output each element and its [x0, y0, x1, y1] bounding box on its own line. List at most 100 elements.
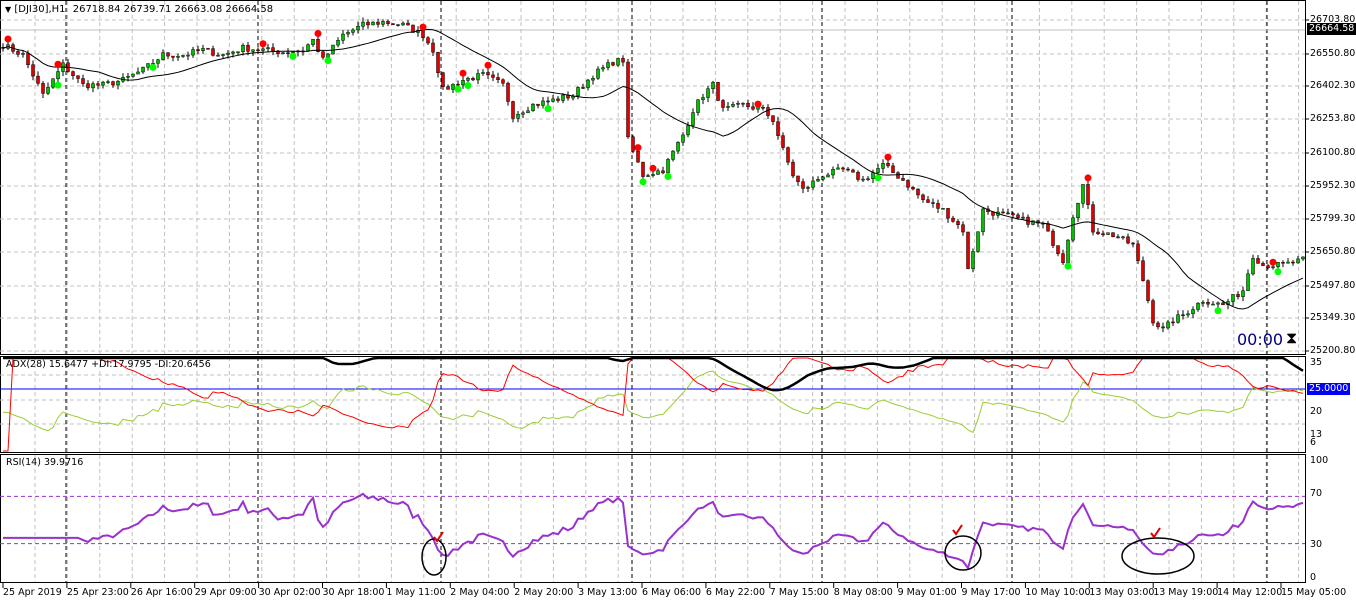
candle-body — [981, 208, 985, 233]
candle-body — [871, 172, 875, 179]
candle-body — [91, 83, 95, 89]
candle-body — [1201, 301, 1205, 304]
fractal-up-marker — [754, 100, 762, 108]
candle-body — [46, 86, 50, 94]
candle-body — [126, 76, 130, 78]
candle-body — [406, 22, 410, 26]
candle-body — [476, 73, 480, 81]
candle-body — [631, 136, 635, 152]
candle-body — [826, 174, 830, 178]
time-tick-label: 3 May 13:00 — [578, 587, 638, 598]
time-tick-label: 2 May 20:00 — [514, 587, 574, 598]
time-tick-label: 13 May 19:00 — [1153, 587, 1219, 598]
candle-body — [556, 98, 560, 101]
candle-body — [1046, 223, 1050, 232]
candle-body — [291, 51, 295, 54]
candle-body — [146, 63, 150, 68]
candle-body — [601, 67, 605, 70]
fractal-down-marker — [639, 178, 647, 186]
annotation-ellipse — [944, 535, 982, 571]
candle-body — [1276, 262, 1280, 268]
time-tick-label: 25 Apr 2019 — [3, 587, 62, 598]
candle-body — [661, 170, 665, 174]
candle-body — [526, 110, 530, 114]
candle-body — [1016, 214, 1020, 218]
candle-body — [496, 77, 500, 80]
time-tick-label: 30 Apr 02:00 — [258, 587, 321, 598]
fractal-up-marker — [314, 30, 322, 38]
time-tick-label: 10 May 10:00 — [1025, 587, 1091, 598]
triangle-down-icon[interactable]: ▼ — [5, 5, 11, 14]
fractal-down-marker — [1064, 262, 1072, 270]
fractal-up-marker — [54, 60, 62, 68]
candle-body — [191, 49, 195, 56]
candle-body — [491, 74, 495, 78]
time-tick-label: 26 Apr 16:00 — [130, 587, 193, 598]
candle-body — [906, 180, 910, 188]
adx-tick-label: 35 — [1310, 357, 1323, 368]
candle-body — [131, 73, 135, 77]
candle-body — [706, 88, 710, 98]
candle-body — [431, 42, 435, 53]
fractal-up-marker — [484, 61, 492, 69]
candle-body — [281, 52, 285, 55]
fractal-up-marker — [259, 40, 267, 48]
fractal-down-marker — [149, 63, 157, 71]
fractal-down-marker — [544, 105, 552, 113]
adx-tick-label: 6 — [1310, 437, 1317, 448]
candle-body — [916, 188, 920, 196]
candle-body — [1011, 213, 1015, 216]
candle-body — [941, 208, 945, 210]
candle-body — [611, 62, 615, 66]
candle-body — [361, 21, 365, 27]
candle-body — [546, 100, 550, 103]
ohlc-label: 26718.84 26739.71 26663.08 26664.58 — [72, 4, 274, 15]
fractal-up-marker — [634, 144, 642, 152]
candle-body — [171, 55, 175, 58]
candle-body — [651, 174, 655, 176]
candle-body — [621, 58, 625, 63]
candle-body — [1071, 217, 1075, 241]
candle-body — [1081, 184, 1085, 204]
candle-body — [21, 53, 25, 55]
candle-body — [1096, 231, 1100, 234]
candle-body — [51, 78, 55, 88]
time-tick-label: 29 Apr 09:00 — [194, 587, 257, 598]
fractal-up-marker — [649, 164, 657, 172]
candle-body — [781, 135, 785, 148]
candle-body — [341, 33, 345, 41]
candle-body — [166, 52, 170, 57]
candle-body — [136, 71, 140, 75]
rsi-tick-label: 100 — [1310, 455, 1329, 466]
candle-body — [861, 178, 865, 181]
candle-body — [1186, 313, 1190, 316]
candle-body — [591, 78, 595, 81]
candle-body — [751, 106, 755, 110]
candle-body — [116, 80, 120, 86]
candle-body — [701, 97, 705, 101]
candle-body — [1216, 302, 1220, 305]
candle-body — [696, 99, 700, 113]
candle-body — [946, 208, 950, 219]
candle-body — [251, 49, 255, 52]
candle-body — [471, 77, 475, 81]
candle-body — [111, 81, 115, 86]
candle-body — [96, 83, 100, 86]
candle-body — [606, 62, 610, 68]
candle-body — [31, 64, 35, 77]
rsi-tick-label: 30 — [1310, 539, 1323, 550]
candle-body — [531, 103, 535, 112]
fractal-down-marker — [664, 172, 672, 180]
candle-body — [666, 159, 670, 174]
candle-body — [926, 199, 930, 203]
fractal-up-marker — [419, 23, 427, 31]
price-tick-label: 26402.30 — [1310, 80, 1356, 91]
rsi-tick-label: 70 — [1310, 488, 1323, 499]
time-tick-label: 25 Apr 23:00 — [66, 587, 129, 598]
chart-canvas[interactable] — [0, 0, 1356, 605]
candle-body — [231, 51, 235, 54]
candle-body — [371, 21, 375, 26]
time-tick-label: 6 May 06:00 — [642, 587, 702, 598]
candle-body — [711, 82, 715, 89]
time-tick-label: 30 Apr 18:00 — [322, 587, 385, 598]
